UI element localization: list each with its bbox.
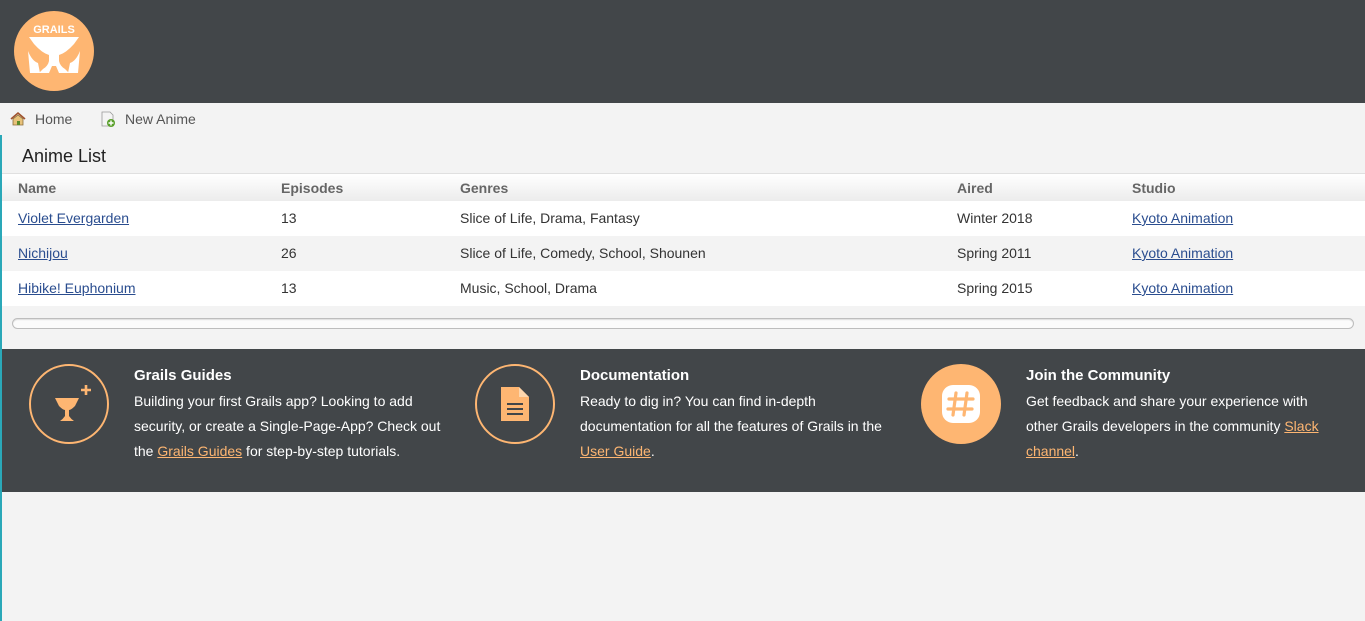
studio-link[interactable]: Kyoto Animation [1132,245,1233,261]
column-header-aired[interactable]: Aired [957,180,993,196]
guides-text-after: for step-by-step tutorials. [242,443,401,459]
nav-home-link[interactable]: Home [10,103,72,135]
community-text-before: Get feedback and share your experience w… [1026,393,1308,434]
user-guide-link[interactable]: User Guide [580,443,651,459]
community-text: Get feedback and share your experience w… [1026,389,1331,464]
table-row: Violet Evergarden 13 Slice of Life, Dram… [2,201,1365,236]
anime-name-link[interactable]: Nichijou [18,245,68,261]
documentation-title: Documentation [580,367,690,384]
nav-home-label: Home [35,111,73,127]
aired-cell: Winter 2018 [957,210,1033,226]
table-header: Name Episodes Genres Aired Studio [2,173,1365,201]
genres-cell: Music, School, Drama [460,280,597,296]
grails-guides-link[interactable]: Grails Guides [157,443,242,459]
column-header-episodes[interactable]: Episodes [281,180,343,196]
grails-guides-badge [29,364,109,444]
nav-bar: Home New Anime [0,103,1365,135]
table-row: Nichijou 26 Slice of Life, Comedy, Schoo… [2,236,1365,271]
logo-text: GRAILS [33,24,75,36]
studio-link[interactable]: Kyoto Animation [1132,280,1233,296]
documentation-text: Ready to dig in? You can find in-depth d… [580,389,895,464]
column-header-studio[interactable]: Studio [1132,180,1176,196]
document-icon [501,387,529,421]
nav-new-anime-link[interactable]: New Anime [100,103,196,135]
grails-cup-plus-icon [55,385,91,421]
docs-text-before: Ready to dig in? You can find in-depth d… [580,393,882,434]
anime-name-link[interactable]: Hibike! Euphonium [18,280,136,296]
footer: Grails Guides Building your first Grails… [2,349,1365,492]
studio-link[interactable]: Kyoto Animation [1132,210,1233,226]
episodes-cell: 13 [281,210,297,226]
horizontal-scrollbar[interactable] [12,318,1354,329]
documentation-badge [475,364,555,444]
episodes-cell: 13 [281,280,297,296]
community-badge [921,364,1001,444]
grails-logo[interactable]: GRAILS [14,11,94,91]
grails-logo-icon: GRAILS [14,11,94,91]
home-icon [10,111,26,126]
aired-cell: Spring 2015 [957,280,1033,296]
table-row: Hibike! Euphonium 13 Music, School, Dram… [2,271,1365,306]
app-header: GRAILS [0,0,1365,103]
slack-hash-icon [942,385,980,423]
column-header-genres[interactable]: Genres [460,180,508,196]
community-title: Join the Community [1026,367,1171,384]
docs-text-after: . [650,443,655,459]
new-document-icon [101,111,115,127]
anime-name-link[interactable]: Violet Evergarden [18,210,129,226]
nav-new-anime-label: New Anime [125,111,196,127]
page-title: Anime List [22,146,107,166]
genres-cell: Slice of Life, Comedy, School, Shounen [460,245,706,261]
genres-cell: Slice of Life, Drama, Fantasy [460,210,640,226]
anime-table: Name Episodes Genres Aired Studio Violet… [2,173,1365,306]
column-header-name[interactable]: Name [18,180,56,196]
community-text-after: . [1075,443,1079,459]
episodes-cell: 26 [281,245,297,261]
guides-text: Building your first Grails app? Looking … [134,389,454,464]
guides-title: Grails Guides [134,367,232,384]
aired-cell: Spring 2011 [957,245,1032,261]
